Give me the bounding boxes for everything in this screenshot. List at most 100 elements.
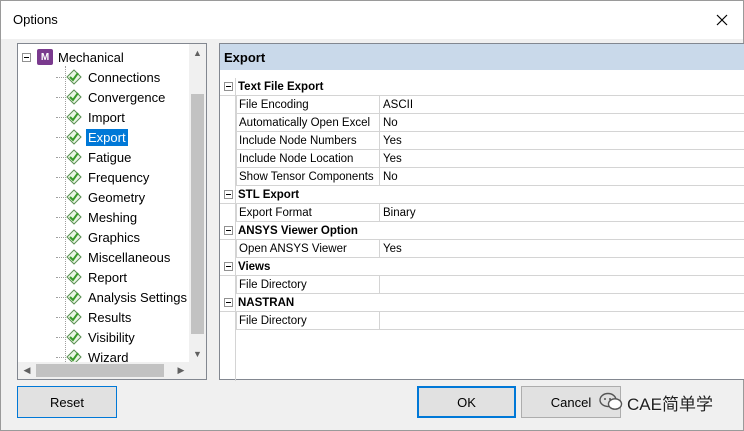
tree-item[interactable]: Frequency	[56, 167, 151, 187]
category-gutter	[220, 186, 236, 203]
property-value[interactable]: Binary	[380, 204, 744, 222]
collapse-icon[interactable]	[22, 52, 31, 62]
grid-property-row[interactable]: Show Tensor Components No	[220, 168, 744, 186]
tree-item[interactable]: Meshing	[56, 207, 139, 227]
check-icon	[66, 329, 82, 345]
scroll-corner	[189, 362, 206, 379]
tree-item[interactable]: Graphics	[56, 227, 142, 247]
tree-item[interactable]: Import	[56, 107, 127, 127]
category-label: ANSYS Viewer Option	[238, 224, 358, 237]
tree-connector	[56, 156, 64, 158]
tree-item[interactable]: Connections	[56, 67, 162, 87]
grid-category[interactable]: Text File Export	[220, 78, 744, 96]
tree-connector	[56, 276, 64, 278]
tree-item[interactable]: Results	[56, 307, 133, 327]
property-value[interactable]: Yes	[380, 150, 744, 168]
panel-header: Export	[220, 44, 744, 70]
tree-connector	[56, 96, 64, 98]
close-button[interactable]	[709, 7, 735, 33]
grid-property-row[interactable]: Include Node Numbers Yes	[220, 132, 744, 150]
vertical-scroll-thumb[interactable]	[191, 94, 204, 334]
tree-item-label: Visibility	[88, 329, 135, 345]
grid-category[interactable]: STL Export	[220, 186, 744, 204]
property-gutter	[220, 114, 236, 132]
close-icon	[716, 14, 728, 26]
tree-item-label: Geometry	[88, 189, 146, 205]
tree-root-mechanical[interactable]: M Mechanical	[22, 47, 124, 67]
collapse-icon[interactable]	[223, 262, 233, 271]
property-value[interactable]: No	[380, 168, 744, 186]
tree-connector	[56, 216, 64, 218]
tree-item[interactable]: Report	[56, 267, 129, 287]
tree-connector	[56, 196, 64, 198]
reset-button[interactable]: Reset	[17, 386, 117, 418]
property-value[interactable]: Yes	[380, 132, 744, 150]
tree-connector	[56, 236, 64, 238]
tree-item[interactable]: Export	[56, 127, 128, 147]
grid-category[interactable]: NASTRAN	[220, 294, 744, 312]
tree-item-label: Convergence	[88, 89, 166, 105]
grid-property-row[interactable]: Open ANSYS Viewer Yes	[220, 240, 744, 258]
title-bar: Options	[1, 1, 743, 39]
tree-item-label: Frequency	[88, 169, 150, 185]
tree-vertical-scrollbar[interactable]: ▲ ▼	[189, 44, 206, 363]
collapse-icon[interactable]	[223, 82, 233, 91]
property-name: Open ANSYS Viewer	[236, 240, 380, 258]
tree-item[interactable]: Fatigue	[56, 147, 133, 167]
property-gutter	[220, 132, 236, 150]
wechat-icon	[599, 392, 623, 410]
collapse-icon[interactable]	[223, 298, 233, 307]
tree-connector	[56, 76, 64, 78]
check-icon	[66, 169, 82, 185]
tree-item-label: Connections	[88, 69, 161, 85]
grid-property-row[interactable]: File Encoding ASCII	[220, 96, 744, 114]
check-icon	[66, 129, 82, 145]
scroll-down-arrow-icon[interactable]: ▼	[191, 347, 204, 361]
tree-connector	[56, 136, 64, 138]
check-icon	[66, 289, 82, 305]
tree-connector	[56, 256, 64, 258]
tree-item[interactable]: Miscellaneous	[56, 247, 172, 267]
property-gutter	[220, 168, 236, 186]
tree-item-label: Export	[86, 128, 128, 146]
check-icon	[66, 309, 82, 325]
scroll-left-arrow-icon[interactable]: ◀	[20, 364, 34, 377]
collapse-icon[interactable]	[223, 226, 233, 235]
collapse-icon[interactable]	[223, 190, 233, 199]
grid-property-row[interactable]: Export Format Binary	[220, 204, 744, 222]
grid-category[interactable]: Views	[220, 258, 744, 276]
grid-property-row[interactable]: Include Node Location Yes	[220, 150, 744, 168]
grid-category[interactable]: ANSYS Viewer Option	[220, 222, 744, 240]
tree-connector	[56, 116, 64, 118]
tree-item-label: Analysis Settings ar	[88, 289, 203, 305]
scroll-up-arrow-icon[interactable]: ▲	[191, 46, 204, 60]
category-label: Text File Export	[238, 80, 324, 93]
tree-item[interactable]: Geometry	[56, 187, 147, 207]
property-gutter	[220, 150, 236, 168]
property-gutter	[220, 276, 236, 294]
grid-property-row[interactable]: File Directory	[220, 312, 744, 330]
tree-item[interactable]: Visibility	[56, 327, 137, 347]
tree-item-label: Results	[88, 309, 132, 325]
watermark: CAE简单学	[599, 388, 713, 416]
check-icon	[66, 229, 82, 245]
horizontal-scroll-thumb[interactable]	[36, 364, 164, 377]
tree-item[interactable]: Analysis Settings ar	[56, 287, 204, 307]
property-value[interactable]: No	[380, 114, 744, 132]
grid-property-row[interactable]: Automatically Open Excel No	[220, 114, 744, 132]
options-tree[interactable]: M Mechanical Connections Convergence Impor…	[17, 43, 207, 380]
property-value[interactable]: Yes	[380, 240, 744, 258]
property-gutter	[220, 312, 236, 330]
tree-horizontal-scrollbar[interactable]: ◀ ▶	[18, 362, 190, 379]
property-value[interactable]	[380, 276, 744, 294]
ok-button[interactable]: OK	[417, 386, 516, 418]
check-icon	[66, 89, 82, 105]
tree-root-label: Mechanical	[58, 49, 124, 65]
tree-item[interactable]: Convergence	[56, 87, 167, 107]
property-value[interactable]	[380, 312, 744, 330]
property-value[interactable]: ASCII	[380, 96, 744, 114]
grid-property-row[interactable]: File Directory	[220, 276, 744, 294]
scroll-right-arrow-icon[interactable]: ▶	[174, 364, 188, 377]
property-name: Show Tensor Components	[236, 168, 380, 186]
window-title: Options	[13, 12, 58, 27]
